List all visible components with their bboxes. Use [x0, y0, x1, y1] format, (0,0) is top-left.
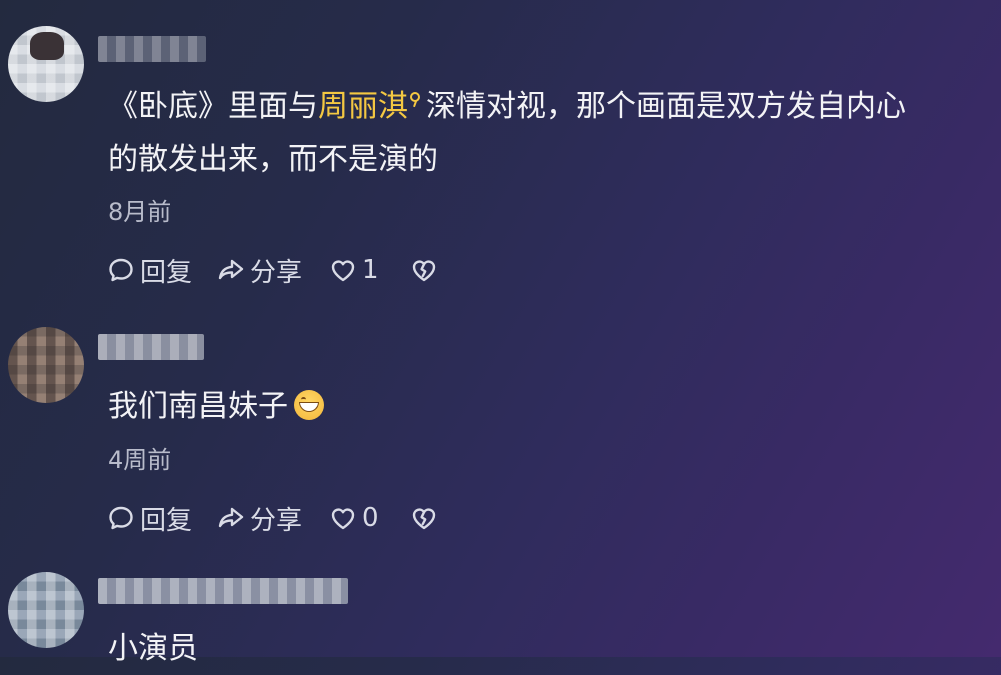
broken-heart-icon — [412, 260, 435, 282]
blurred-username[interactable] — [98, 578, 348, 604]
grin-icon — [294, 390, 324, 420]
comment-text-line: 《卧底》里面与周丽淇 深情对视，那个画面是双方发自内心 — [108, 80, 1001, 133]
like-button[interactable]: 1 — [328, 255, 379, 285]
reply-label: 回复 — [140, 257, 193, 288]
like-count: 0 — [362, 503, 379, 533]
avatar[interactable] — [8, 26, 84, 102]
comment-timestamp: 4周前 — [108, 446, 172, 474]
reply-button[interactable]: 回复 — [106, 252, 192, 289]
dislike-button[interactable] — [409, 255, 439, 285]
comment-text-segment: 深情对视，那个画面是双方发自内心 — [426, 89, 906, 124]
comment-actions: 回复 分享 1 — [106, 252, 439, 289]
chat-bubble-icon — [109, 258, 133, 282]
comment-timestamp: 8月前 — [108, 198, 172, 226]
comment-text-line: 的散发出来，而不是演的 — [108, 142, 438, 177]
comment-text-line: 我们南昌妹子 — [108, 380, 1001, 433]
comment-text-segment: 《卧底》里面与 — [108, 89, 318, 124]
blurred-username[interactable] — [98, 36, 206, 62]
mention-name[interactable]: 周丽淇 — [318, 89, 408, 124]
search-icon[interactable] — [410, 92, 420, 102]
blurred-username[interactable] — [98, 334, 204, 360]
like-button[interactable]: 0 — [328, 503, 379, 533]
share-label: 分享 — [250, 505, 303, 536]
avatar[interactable] — [8, 572, 84, 648]
like-count: 1 — [362, 255, 379, 285]
share-arrow-icon — [218, 507, 244, 528]
share-label: 分享 — [250, 257, 303, 288]
comment-text-line: 小演员 — [108, 631, 198, 666]
share-button[interactable]: 分享 — [216, 500, 302, 537]
avatar[interactable] — [8, 327, 84, 403]
comment-text: 我们南昌妹子 — [108, 380, 1001, 433]
reply-label: 回复 — [140, 505, 193, 536]
dislike-button[interactable] — [409, 503, 439, 533]
comment-text: 小演员 — [108, 622, 1001, 675]
mention-link[interactable]: 周丽淇 — [318, 89, 426, 124]
reply-button[interactable]: 回复 — [106, 500, 192, 537]
comment-actions: 回复 分享 0 — [106, 500, 439, 537]
share-arrow-icon — [218, 259, 244, 280]
comment-text: 《卧底》里面与周丽淇 深情对视，那个画面是双方发自内心 的散发出来，而不是演的 — [108, 80, 1001, 186]
heart-icon — [331, 508, 355, 530]
heart-icon — [331, 260, 355, 282]
chat-bubble-icon — [109, 506, 133, 530]
comment-text-segment: 我们南昌妹子 — [108, 389, 288, 424]
share-button[interactable]: 分享 — [216, 252, 302, 289]
broken-heart-icon — [412, 508, 435, 530]
